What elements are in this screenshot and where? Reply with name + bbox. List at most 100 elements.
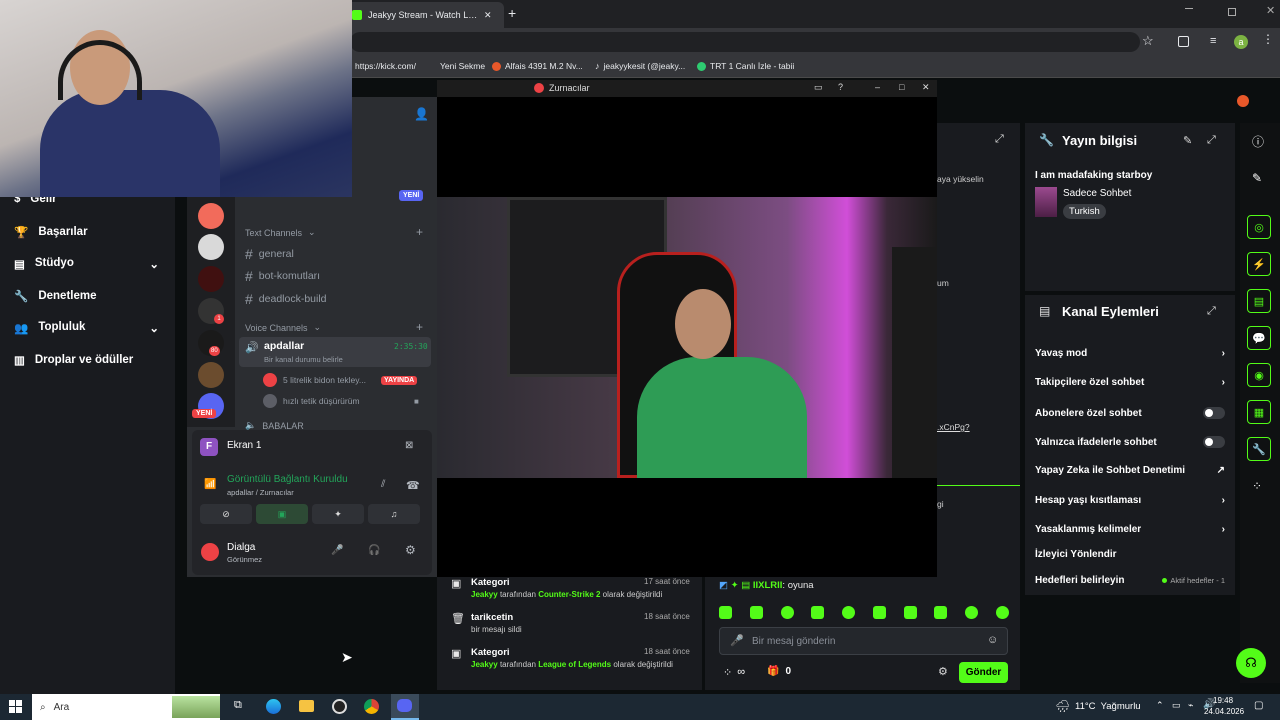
- emote-icon[interactable]: [965, 606, 979, 619]
- add-voice-channel-icon[interactable]: +: [416, 320, 423, 334]
- screen-share-button[interactable]: ▣: [256, 504, 308, 524]
- voice-channel-apdallar[interactable]: 🔊 apdallar Bir kanal durumu belirle 2:35…: [239, 337, 431, 367]
- emote-icon[interactable]: [780, 606, 794, 619]
- network-icon[interactable]: ⌁: [1188, 700, 1193, 711]
- emote-icon[interactable]: [934, 606, 948, 619]
- chrome-icon[interactable]: [364, 699, 379, 714]
- clock-time[interactable]: 19:48: [1213, 696, 1233, 705]
- server-icon[interactable]: [198, 266, 224, 292]
- channel-deadlock-build[interactable]: # deadlock-build: [245, 291, 327, 307]
- send-button[interactable]: Gönder: [959, 662, 1008, 683]
- emote-icon[interactable]: [842, 606, 856, 619]
- disconnect-icon[interactable]: ☎: [406, 479, 420, 492]
- nav-studyo[interactable]: ▤ Stüdyo ⌄: [14, 257, 159, 271]
- server-icon[interactable]: [198, 362, 224, 388]
- edit-icon[interactable]: ✎: [1183, 134, 1192, 147]
- settings-gear-icon[interactable]: ⚙: [405, 543, 416, 557]
- discord-taskbar-icon[interactable]: [391, 694, 419, 720]
- action-host[interactable]: İzleyici Yönlendir: [1035, 549, 1225, 560]
- mic-icon[interactable]: 🎤: [331, 545, 343, 556]
- emote-only-toggle[interactable]: [1203, 436, 1225, 448]
- emote-icon[interactable]: [995, 606, 1009, 619]
- points-display[interactable]: ⁘ ∞: [723, 666, 745, 679]
- task-view-icon[interactable]: ⧉: [234, 699, 242, 712]
- video-toggle-button[interactable]: ⊘: [200, 504, 252, 524]
- action-slow-mode[interactable]: Yavaş mod ›: [1035, 348, 1225, 359]
- language-tag[interactable]: Turkish: [1063, 204, 1106, 219]
- help-icon[interactable]: ?: [838, 82, 843, 92]
- windows-start-icon[interactable]: [9, 700, 22, 713]
- gifts-display[interactable]: 🎁 0: [767, 666, 791, 677]
- noise-suppression-icon[interactable]: ⫽: [381, 479, 385, 490]
- nav-droplar[interactable]: ▥ Droplar ve ödüller: [14, 353, 133, 367]
- popout-chat-icon[interactable]: ⤢: [995, 133, 1004, 146]
- channel-general[interactable]: # general: [245, 246, 294, 262]
- voice-member-row[interactable]: 5 litrelik bidon tekley... YAYINDA: [263, 372, 428, 388]
- rail-broadcast-icon[interactable]: ◉: [1247, 363, 1271, 387]
- add-friend-icon[interactable]: 👤: [414, 107, 429, 121]
- action-ai-moderation[interactable]: Yapay Zeka ile Sohbet Denetimi ↗: [1035, 465, 1225, 476]
- connection-status[interactable]: Görüntülü Bağlantı Kuruldu: [227, 474, 348, 485]
- obs-icon[interactable]: [332, 699, 347, 714]
- inbox-icon[interactable]: ▭: [814, 82, 823, 93]
- voice-channel-status[interactable]: Bir kanal durumu belirle: [264, 355, 343, 364]
- voice-member-row[interactable]: hızlı tetik düşürürüm ■: [263, 393, 428, 409]
- tray-chevron-icon[interactable]: ⌃: [1156, 700, 1164, 711]
- bookmark-kick[interactable]: https://kick.com/: [355, 61, 416, 71]
- text-channels-header[interactable]: Text Channels ⌄: [245, 227, 316, 238]
- close-window-icon[interactable]: ✕: [1266, 4, 1275, 17]
- new-tab-button[interactable]: +: [508, 5, 516, 21]
- rail-chat-icon[interactable]: 💬: [1247, 326, 1271, 350]
- clock-date[interactable]: 24.04.2026: [1204, 707, 1244, 716]
- emote-icon[interactable]: [811, 606, 825, 619]
- user-avatar[interactable]: [201, 543, 219, 561]
- rail-wrench-icon[interactable]: 🔧: [1247, 437, 1271, 461]
- bookmark-tiktok[interactable]: ♪ jeakyykesit (@jeaky...: [595, 61, 685, 71]
- add-channel-icon[interactable]: +: [416, 225, 423, 239]
- popout-close-icon[interactable]: ✕: [922, 82, 930, 93]
- emoji-icon[interactable]: ☺: [987, 634, 998, 646]
- edge-icon[interactable]: [266, 699, 281, 714]
- channel-bot-komutlari[interactable]: # bot-komutları: [245, 268, 320, 284]
- rail-target-icon[interactable]: ◎: [1247, 215, 1271, 239]
- action-goals[interactable]: Hedefleri belirleyin Aktif hedefler - 1: [1035, 575, 1225, 586]
- bookmark-new-tab[interactable]: Yeni Sekme: [440, 61, 485, 71]
- bookmark-star-icon[interactable]: ☆: [1142, 33, 1154, 49]
- file-explorer-icon[interactable]: [299, 700, 314, 712]
- bookmark-alfais[interactable]: Alfais 4391 M.2 Nv...: [492, 61, 583, 71]
- emote-icon[interactable]: [872, 606, 886, 619]
- maximize-window-icon[interactable]: [1228, 8, 1236, 16]
- popout-icon[interactable]: ⤢: [1207, 305, 1216, 318]
- mic-icon[interactable]: 🎤: [730, 634, 744, 647]
- chat-settings-icon[interactable]: ⚙: [938, 665, 948, 678]
- server-icon[interactable]: [198, 203, 224, 229]
- rail-more-icon[interactable]: ⁘: [1252, 479, 1262, 493]
- category-name[interactable]: Sadece Sohbet: [1063, 188, 1131, 199]
- popout-icon[interactable]: ⤢: [1207, 134, 1216, 147]
- notification-icon[interactable]: [1237, 95, 1249, 107]
- extensions-icon[interactable]: [1178, 36, 1189, 47]
- minimize-window-icon[interactable]: [1185, 8, 1193, 9]
- rail-lightning-icon[interactable]: ⚡: [1247, 252, 1271, 276]
- popout-maximize-icon[interactable]: □: [899, 82, 904, 92]
- profile-avatar[interactable]: a: [1234, 35, 1248, 49]
- chat-username[interactable]: IIXLRII: [753, 580, 783, 591]
- nav-basarilar[interactable]: 🏆 Başarılar: [14, 225, 88, 239]
- tab-close-icon[interactable]: ✕: [484, 10, 492, 21]
- popout-minimize-icon[interactable]: –: [875, 82, 880, 92]
- weather-text[interactable]: 11°C Yağmurlu: [1075, 701, 1141, 712]
- chat-link-fragment[interactable]: .xCnPg?: [937, 422, 970, 432]
- action-banned-words[interactable]: Yasaklanmış kelimeler ›: [1035, 524, 1225, 535]
- action-followers-only[interactable]: Takipçilere özel sohbet ›: [1035, 377, 1225, 388]
- nav-topluluk[interactable]: 👥 Topluluk ⌄: [14, 321, 159, 335]
- nav-denetleme[interactable]: 🔧 Denetleme: [14, 289, 97, 303]
- bookmark-trt[interactable]: TRT 1 Canlı İzle - tabii: [697, 61, 794, 71]
- media-controls-icon[interactable]: ≡: [1210, 35, 1216, 47]
- rail-doc-icon[interactable]: ▤: [1247, 289, 1271, 313]
- soundboard-button[interactable]: ♫: [368, 504, 420, 524]
- edit-icon[interactable]: ✎: [1252, 171, 1262, 185]
- server-icon[interactable]: [198, 234, 224, 260]
- address-bar[interactable]: [350, 32, 1140, 52]
- subscribers-only-toggle[interactable]: [1203, 407, 1225, 419]
- browser-tab-kick[interactable]: Jeakyy Stream - Watch Live on ✕: [344, 2, 504, 28]
